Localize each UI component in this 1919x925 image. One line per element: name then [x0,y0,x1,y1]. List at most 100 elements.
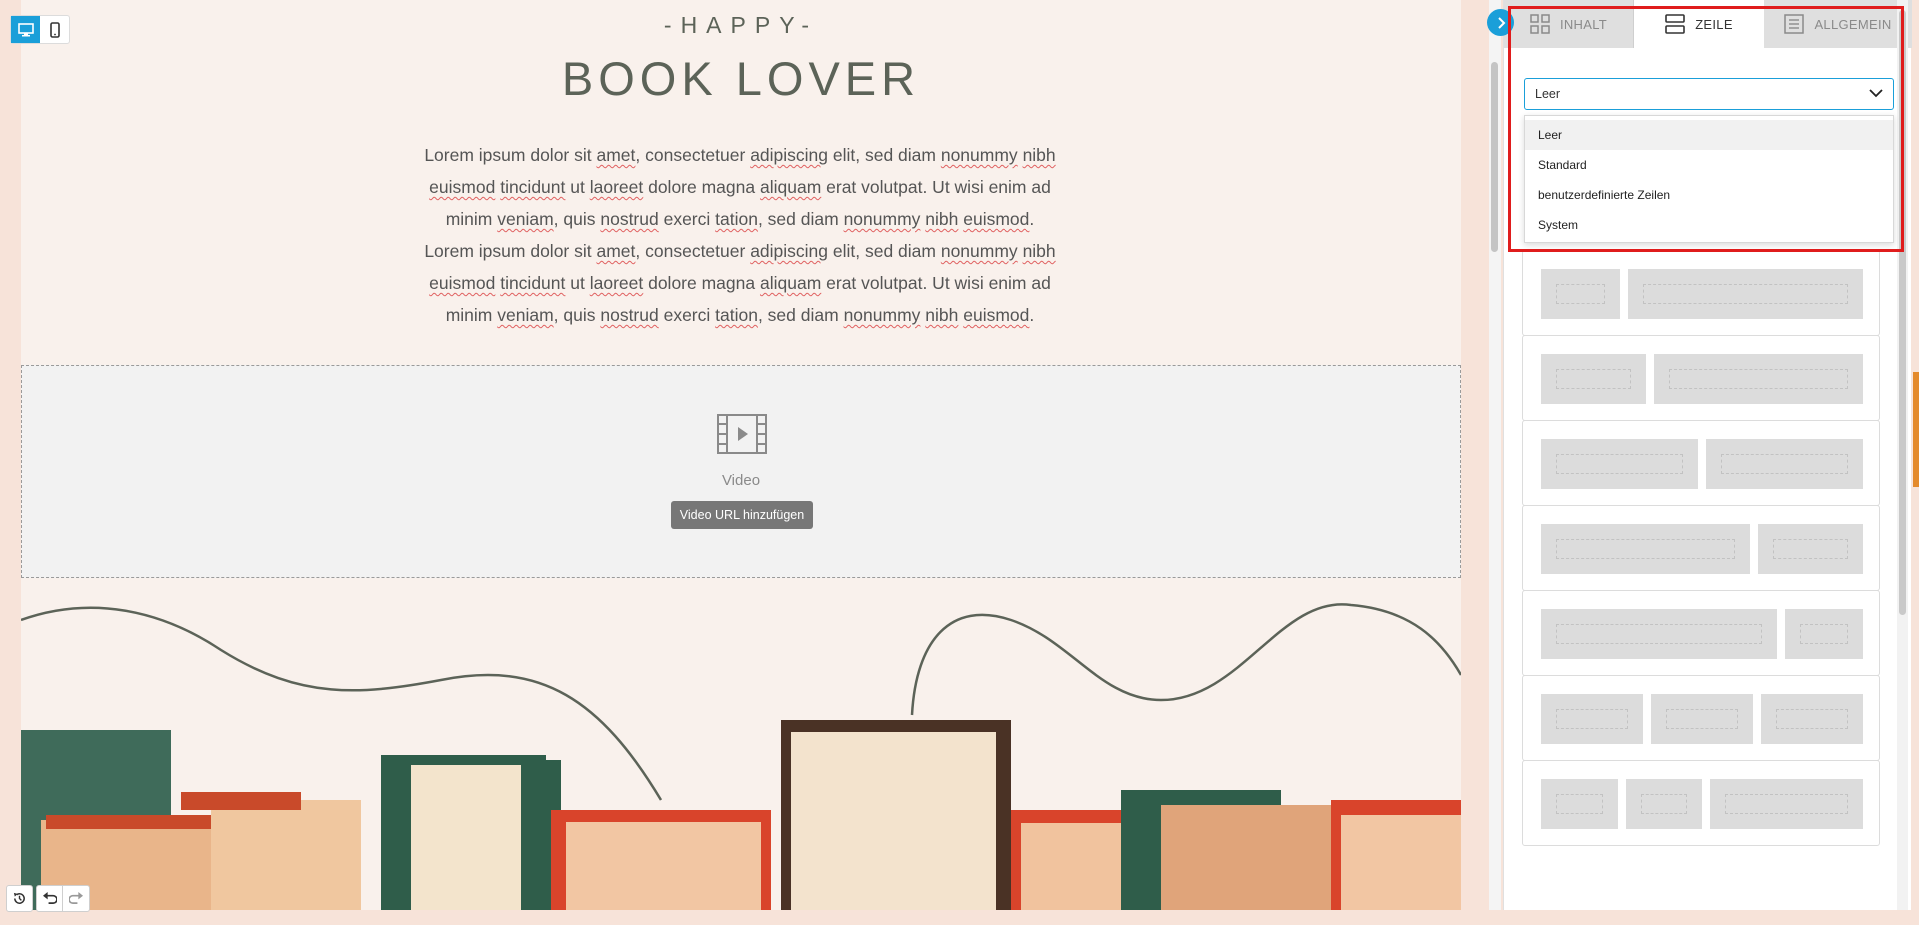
text-segment: , sed diam [757,209,844,229]
row-layout-column [1625,779,1702,829]
paragraph-line: Lorem ipsum dolor sit amet, consectetuer… [404,235,1076,267]
text-segment: ut [565,273,590,293]
text-segment: Lorem ipsum dolor sit [424,241,597,261]
row-layout-column [1710,779,1863,829]
video-label: Video [721,472,761,489]
dropdown-option-system[interactable]: System [1525,210,1893,240]
mobile-view-button[interactable] [40,16,69,43]
spellcheck-word: tincidunt [500,273,566,293]
redo-icon [68,892,83,904]
video-block[interactable]: Video Video URL hinzufügen [21,365,1461,578]
row-layout-column [1784,609,1863,659]
panel-tabs: INHALT ZEILE ALLGEMEIN [1504,0,1912,48]
row-type-select-value: Leer [1535,87,1561,101]
tab-inhalt[interactable]: INHALT [1504,0,1634,48]
spellcheck-word: laoreet [589,177,644,197]
text-segment: , quis [553,305,601,325]
row-layout-column [1541,609,1777,659]
spellcheck-word: veniam [497,209,554,229]
undo-icon [43,892,57,904]
history-icon [13,892,25,904]
row-layout-card[interactable] [1522,590,1880,676]
text-segment: , quis [553,209,601,229]
text-segment: exerci [658,209,716,229]
text-segment: erat volutpat. Ut wisi enim ad [821,273,1051,293]
tab-allgemein[interactable]: ALLGEMEIN [1764,0,1912,48]
spellcheck-word: aliquam [759,273,822,293]
grid-icon [1530,14,1550,34]
tab-allgemein-label: ALLGEMEIN [1814,16,1892,32]
spellcheck-word: euismod [963,209,1030,229]
mobile-icon [49,21,60,38]
dropdown-option-custom-rows[interactable]: benutzerdefinierte Zeilen [1525,180,1893,210]
spellcheck-word: nibh [925,209,959,229]
row-layout-column [1541,439,1698,489]
row-layout-card[interactable] [1522,420,1880,506]
books-image[interactable] [21,580,1461,910]
spellcheck-word: nostrud [600,209,659,229]
editor-canvas: -HAPPY- BOOK LOVER Lorem ipsum dolor sit… [21,0,1461,910]
spellcheck-word: tincidunt [500,177,566,197]
canvas-scrollbar-thumb[interactable] [1491,62,1498,252]
spellcheck-word: euismod [963,305,1030,325]
spellcheck-word: tation [715,305,758,325]
row-type-select[interactable]: Leer [1524,78,1894,110]
dropdown-option-standard[interactable]: Standard [1525,150,1893,180]
paragraph-line: minim veniam, quis nostrud exerci tation… [404,203,1076,235]
text-segment: Lorem ipsum dolor sit [424,145,597,165]
row-layout-column [1541,269,1620,319]
spellcheck-word: nibh [1022,241,1056,261]
row-layout-column [1541,354,1646,404]
pre-title-text[interactable]: -HAPPY- [21,12,1461,39]
spellcheck-word: nonummy [843,209,921,229]
collapse-panel-button[interactable] [1487,9,1514,36]
spellcheck-word: laoreet [589,273,644,293]
spellcheck-word: euismod [429,177,496,197]
redo-button[interactable] [63,885,90,912]
row-layout-card[interactable] [1522,505,1880,591]
add-video-url-button[interactable]: Video URL hinzufügen [671,501,813,529]
paragraph-line: minim veniam, quis nostrud exerci tation… [404,299,1076,331]
spellcheck-word: amet [596,241,636,261]
text-segment: elit, sed diam [828,145,941,165]
row-layout-card[interactable] [1522,250,1880,336]
row-layout-column [1651,694,1753,744]
row-layout-column [1758,524,1863,574]
spellcheck-word: nibh [925,305,959,325]
dropdown-option-leer[interactable]: Leer [1525,120,1893,150]
spellcheck-word: amet [596,145,636,165]
document-icon [1784,14,1805,34]
history-controls [6,885,90,912]
text-segment: elit, sed diam [828,241,941,261]
row-layout-card[interactable] [1522,675,1880,761]
row-layout-column [1541,524,1751,574]
spellcheck-word: nonummy [940,241,1018,261]
spellcheck-word: tation [715,209,758,229]
chevron-right-icon [1497,16,1505,29]
text-segment: exerci [658,305,716,325]
row-layout-card[interactable] [1522,760,1880,846]
spellcheck-word: euismod [429,273,496,293]
settings-panel: INHALT ZEILE ALLGEMEIN Leer Leer Standar… [1503,0,1912,910]
row-layout-card[interactable] [1522,335,1880,421]
device-toggle [10,15,70,44]
spellcheck-word: nostrud [600,305,659,325]
page-title[interactable]: BOOK LOVER [21,51,1461,106]
spellcheck-word: adipiscing [750,145,829,165]
text-segment: minim [445,209,498,229]
row-type-dropdown: Leer Standard benutzerdefinierte Zeilen … [1524,115,1894,243]
spellcheck-word: nonummy [843,305,921,325]
undo-button[interactable] [36,885,63,912]
body-paragraph[interactable]: Lorem ipsum dolor sit amet, consectetuer… [404,139,1076,331]
paragraph-line: Lorem ipsum dolor sit amet, consectetuer… [404,139,1076,171]
panel-scrollbar-thumb[interactable] [1899,10,1906,615]
row-layout-column [1541,779,1618,829]
text-segment: dolore magna [643,177,760,197]
row-layout-column [1653,354,1863,404]
desktop-view-button[interactable] [11,16,40,43]
text-segment: . [1029,305,1035,325]
tab-zeile[interactable]: ZEILE [1634,0,1764,48]
chevron-down-icon [1869,89,1883,98]
spellcheck-word: aliquam [759,177,822,197]
history-button[interactable] [6,885,33,912]
